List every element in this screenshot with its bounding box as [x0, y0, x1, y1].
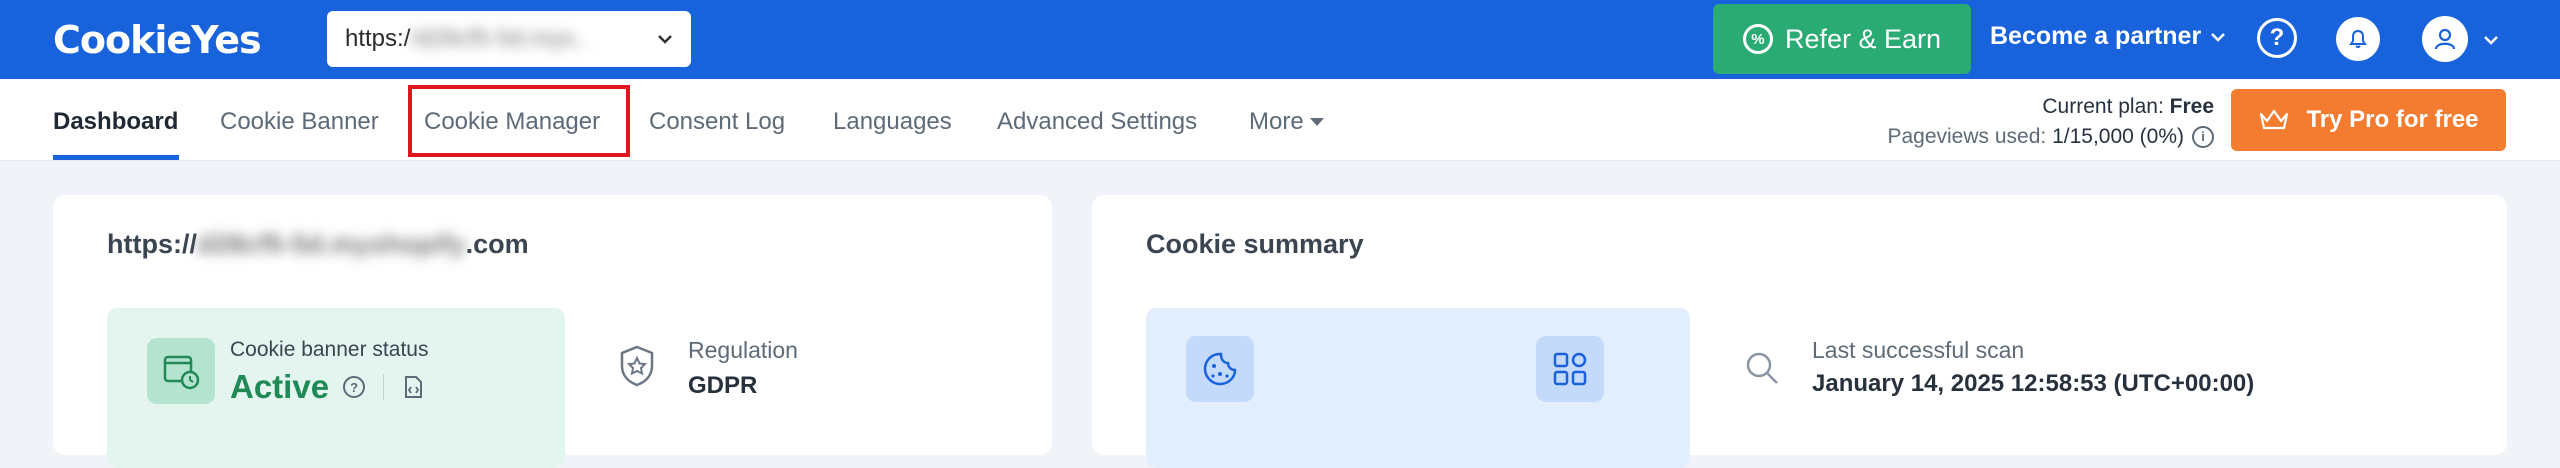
tab-more-label: More — [1249, 108, 1304, 135]
last-scan-label: Last successful scan — [1812, 337, 2025, 363]
tab-more[interactable]: More — [1249, 108, 1324, 136]
refer-and-earn-button[interactable]: % Refer & Earn — [1713, 4, 1971, 74]
percent-badge-icon: % — [1742, 24, 1773, 54]
banner-status-panel: Cookie banner status Active ? — [107, 308, 565, 468]
caret-down-icon — [1309, 118, 1324, 126]
help-icon[interactable]: ? — [343, 376, 366, 398]
become-partner-menu[interactable]: Become a partner — [1990, 22, 2227, 51]
site-status-card: https://d28cf5-5d.myshopify.com Cookie b… — [53, 195, 1052, 468]
last-scan-value: January 14, 2025 12:58:53 (UTC+00:00) — [1812, 370, 2255, 397]
crown-icon — [2260, 109, 2289, 130]
status-value: Active ? — [230, 368, 424, 406]
tab-dashboard[interactable]: Dashboard — [53, 108, 178, 136]
pageviews-used: Pageviews used: 1/15,000 (0%) i — [1887, 122, 2214, 152]
divider — [383, 374, 385, 400]
current-plan: Current plan: Free — [2042, 95, 2214, 118]
cookie-summary-card: Cookie summary Last successful scan Janu… — [1092, 195, 2507, 468]
file-code-icon[interactable] — [402, 375, 424, 399]
try-pro-label: Try Pro for free — [2306, 106, 2479, 133]
tab-languages[interactable]: Languages — [833, 108, 952, 136]
site-url: https://d28cf5-5d.myshopify.com — [107, 229, 529, 259]
status-active-text: Active — [230, 368, 330, 405]
try-pro-button[interactable]: Try Pro for free — [2231, 89, 2506, 151]
categories-grid-icon — [1536, 336, 1604, 402]
cookie-summary-title: Cookie summary — [1146, 229, 1364, 259]
status-label: Cookie banner status — [230, 338, 429, 361]
user-avatar-icon[interactable] — [2422, 16, 2468, 62]
regulation-label: Regulation — [688, 337, 798, 363]
highlight-annotation — [408, 85, 630, 157]
become-partner-label: Become a partner — [1990, 22, 2202, 50]
help-icon[interactable]: ? — [2257, 18, 2297, 58]
tab-advanced-settings[interactable]: Advanced Settings — [997, 108, 1197, 136]
notification-bell-icon[interactable] — [2336, 17, 2380, 61]
cookie-summary-panel — [1146, 308, 1690, 468]
cookie-icon — [1186, 336, 1254, 402]
chevron-down-icon[interactable] — [2482, 31, 2500, 49]
browser-cookie-icon — [147, 338, 215, 404]
shield-star-icon — [620, 345, 654, 387]
refer-and-earn-label: Refer & Earn — [1784, 23, 1942, 54]
site-selector[interactable]: https://d28cf5-5d.mys.. — [327, 11, 691, 67]
regulation-value: GDPR — [688, 372, 758, 399]
chevron-down-icon — [658, 35, 672, 44]
site-selector-value: https://d28cf5-5d.mys.. — [345, 25, 588, 52]
tab-cookie-banner[interactable]: Cookie Banner — [220, 108, 379, 136]
info-icon[interactable]: i — [2192, 126, 2214, 148]
top-bar: CookieYes https://d28cf5-5d.mys.. % Refe… — [0, 0, 2560, 79]
chevron-down-icon — [2211, 32, 2226, 42]
plan-info: Current plan: Free Pageviews used: 1/15,… — [1887, 92, 2214, 152]
active-tab-indicator — [53, 155, 179, 160]
tab-consent-log[interactable]: Consent Log — [649, 108, 785, 136]
search-icon — [1746, 352, 1778, 384]
cookieyes-logo[interactable]: CookieYes — [53, 18, 262, 62]
